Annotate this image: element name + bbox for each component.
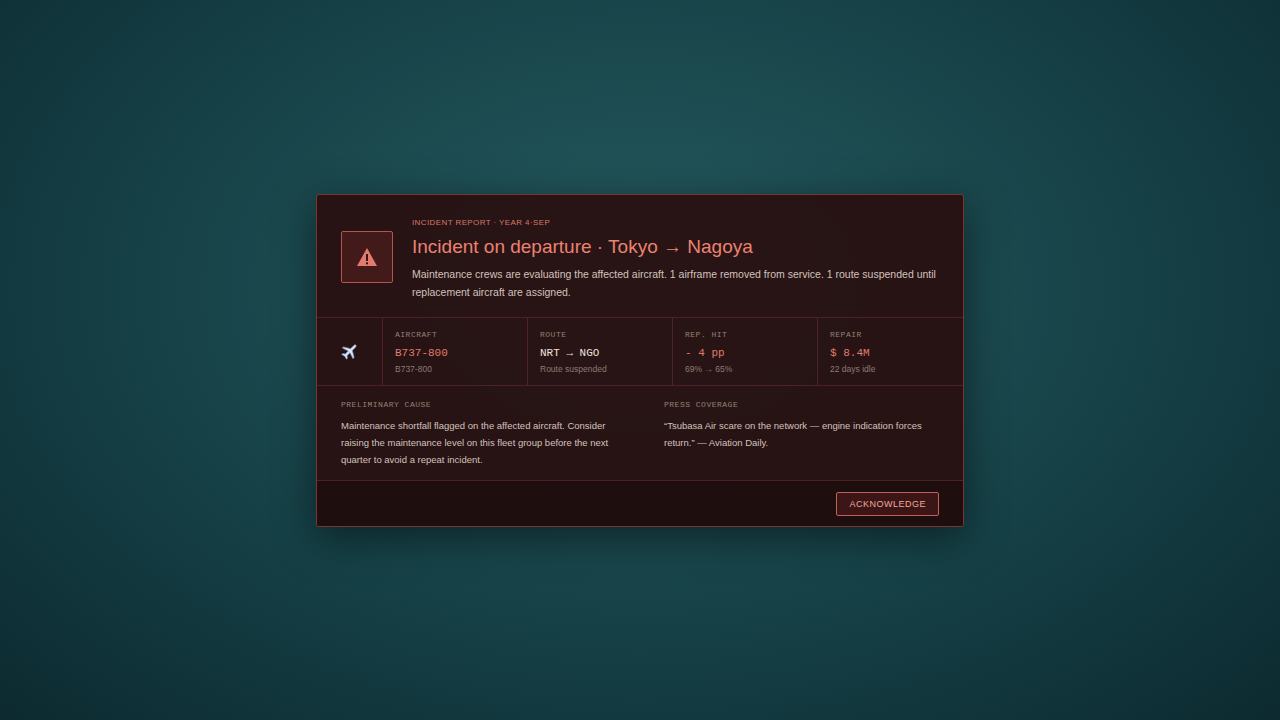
modal-header: INCIDENT REPORT · YEAR 4·SEP Incident on … (317, 195, 963, 318)
airplane-icon (340, 341, 360, 361)
header-text: INCIDENT REPORT · YEAR 4·SEP Incident on … (412, 217, 939, 301)
stat-detail: 69% → 65% (685, 363, 805, 375)
stat-label: ROUTE (540, 329, 660, 341)
incident-title: Incident on departure · Tokyo → Nagoya (412, 235, 939, 259)
note-section: PRESS COVERAGE “Tsubasa Air scare on the … (640, 386, 963, 480)
report-overline: INCIDENT REPORT · YEAR 4·SEP (412, 217, 939, 229)
warning-icon (356, 247, 378, 267)
stat-detail: 22 days idle (830, 363, 951, 375)
modal-footer: ACKNOWLEDGE (317, 481, 963, 526)
acknowledge-button[interactable]: ACKNOWLEDGE (836, 492, 939, 516)
note-section: PRELIMINARY CAUSE Maintenance shortfall f… (317, 386, 640, 480)
ocean-scene-background: INCIDENT REPORT · YEAR 4·SEP Incident on … (0, 0, 1280, 720)
warning-badge (341, 231, 393, 283)
stat-label: REP. HIT (685, 329, 805, 341)
stat-value: $ 8.4M (830, 346, 951, 361)
stat-cell: AIRCRAFT B737-800 B737-800 (383, 318, 528, 385)
note-text: “Tsubasa Air scare on the network — engi… (664, 417, 939, 451)
notes-row: PRELIMINARY CAUSE Maintenance shortfall f… (317, 386, 963, 481)
aircraft-icon-cell (317, 318, 383, 385)
stat-cell: REP. HIT - 4 pp 69% → 65% (673, 318, 818, 385)
stat-detail: Route suspended (540, 363, 660, 375)
stat-label: REPAIR (830, 329, 951, 341)
stat-cell: REPAIR $ 8.4M 22 days idle (818, 318, 963, 385)
note-label: PRESS COVERAGE (664, 399, 939, 411)
stats-row: AIRCRAFT B737-800 B737-800 ROUTE NRT → NGO Ro… (317, 318, 963, 386)
stat-label: AIRCRAFT (395, 329, 515, 341)
stat-value: NRT → NGO (540, 346, 660, 361)
incident-report-modal: INCIDENT REPORT · YEAR 4·SEP Incident on … (316, 194, 964, 527)
note-label: PRELIMINARY CAUSE (341, 399, 616, 411)
stat-cell: ROUTE NRT → NGO Route suspended (528, 318, 673, 385)
incident-description: Maintenance crews are evaluating the aff… (412, 265, 939, 301)
stat-detail: B737-800 (395, 363, 515, 375)
note-text: Maintenance shortfall flagged on the aff… (341, 417, 616, 468)
stat-value: B737-800 (395, 346, 515, 361)
stat-value: - 4 pp (685, 346, 805, 361)
